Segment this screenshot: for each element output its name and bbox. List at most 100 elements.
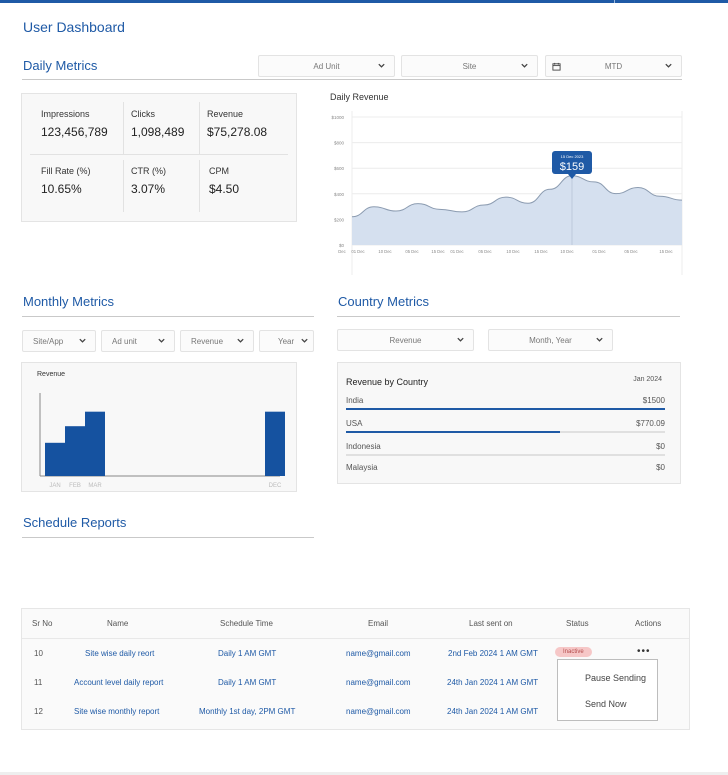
country-period-select[interactable]: Month, Year	[488, 329, 613, 351]
kpi-revenue-value: $75,278.08	[207, 125, 268, 139]
country-bar-track	[346, 408, 665, 410]
x-tick-label: JAN	[49, 483, 60, 489]
x-tick-label: 01 Dec	[351, 249, 364, 254]
table-cell-email[interactable]: name@gmail.com	[346, 678, 411, 687]
monthly-revenue-chart: JAN FEB MAR DEC	[39, 393, 285, 489]
y-tick-label: $400	[334, 192, 345, 197]
kpi-divider	[30, 154, 288, 155]
column-header-last-sent: Last sent on	[469, 619, 513, 628]
x-tick-label: Dec	[338, 249, 345, 254]
site-select-label: Site	[462, 61, 477, 71]
ad-unit-select[interactable]: Ad Unit	[258, 55, 395, 77]
schedule-reports-title: Schedule Reports	[23, 515, 127, 530]
table-cell-report-name-link[interactable]: Site wise daily reort	[85, 649, 154, 658]
chevron-down-icon	[301, 338, 308, 343]
country-value: $770.09	[636, 419, 665, 428]
site-select[interactable]: Site	[401, 55, 538, 77]
pause-sending-menu-item[interactable]: Pause Sending	[585, 673, 646, 683]
country-name: Indonesia	[346, 442, 381, 451]
chevron-down-icon	[378, 63, 385, 68]
period-select-label: MTD	[604, 61, 623, 71]
y-tick-label: $200	[334, 217, 345, 222]
kpi-divider	[123, 102, 124, 154]
kpi-ctr-value: 3.07%	[131, 182, 166, 196]
country-bar-fill	[346, 408, 665, 410]
table-cell-report-name-link[interactable]: Account level daily report	[74, 678, 163, 687]
country-name: Malaysia	[346, 463, 378, 472]
country-metric-select[interactable]: Revenue	[337, 329, 474, 351]
column-header-name: Name	[107, 619, 129, 628]
x-tick-label: 10 Dec	[506, 249, 519, 254]
x-tick-label: 05 Dec	[478, 249, 491, 254]
country-name: USA	[346, 419, 363, 428]
x-tick-label: FEB	[69, 483, 81, 489]
country-bar-track	[346, 431, 665, 433]
daily-revenue-title: Daily Revenue	[330, 92, 389, 102]
country-value: $0	[656, 463, 665, 472]
kpi-divider	[199, 102, 200, 154]
y-tick-label: $1000	[331, 115, 344, 120]
monthly-ad-unit-select[interactable]: Ad unit	[101, 330, 175, 352]
monthly-ad-unit-select-label: Ad unit	[112, 336, 137, 346]
x-tick-label: MAR	[88, 483, 102, 489]
kpi-fill-rate-label: Fill Rate (%)	[41, 166, 91, 176]
kpi-card: Impressions 123,456,789 Clicks 1,098,489…	[21, 93, 297, 222]
column-header-sr-no: Sr No	[32, 619, 53, 628]
top-accent-tick	[614, 0, 615, 3]
table-cell-schedule: Daily 1 AM GMT	[218, 678, 277, 687]
table-cell-last-sent: 24th Jan 2024 1 AM GMT	[447, 707, 539, 716]
year-select[interactable]: Year	[259, 330, 314, 352]
kpi-clicks-value: 1,098,489	[131, 125, 185, 139]
table-cell-email[interactable]: name@gmail.com	[346, 649, 411, 658]
site-app-select[interactable]: Site/App	[22, 330, 96, 352]
x-tick-label: 10 Dec	[560, 249, 573, 254]
send-now-menu-item[interactable]: Send Now	[585, 699, 627, 709]
chevron-down-icon	[457, 337, 464, 342]
period-select[interactable]: MTD	[545, 55, 682, 77]
tooltip-value: $159	[560, 161, 584, 173]
x-tick-label: 10 Dec	[378, 249, 391, 254]
column-header-schedule-time: Schedule Time	[220, 619, 273, 628]
x-tick-label: 15 Dec	[431, 249, 444, 254]
daily-metrics-divider	[22, 79, 682, 80]
x-tick-label: 05 Dec	[405, 249, 418, 254]
tooltip-date: 15 Dec 2023	[561, 154, 584, 159]
country-bar-fill	[346, 431, 560, 433]
revenue-by-country-title: Revenue by Country	[346, 377, 429, 387]
country-value: $1500	[642, 396, 665, 405]
revenue-by-country-period: Jan 2024	[633, 376, 662, 383]
ad-unit-select-label: Ad Unit	[313, 61, 340, 71]
country-period-select-label: Month, Year	[529, 335, 572, 345]
column-header-status: Status	[566, 619, 589, 628]
page-title: User Dashboard	[23, 19, 125, 35]
kpi-ctr-label: CTR (%)	[131, 166, 166, 176]
x-tick-label: DEC	[269, 483, 282, 489]
status-badge: Inactive	[555, 647, 592, 657]
kpi-clicks-label: Clicks	[131, 109, 155, 119]
kpi-fill-rate-value: 10.65%	[41, 182, 82, 196]
bar-jan	[45, 442, 65, 476]
year-select-label: Year	[278, 336, 295, 346]
table-header-divider	[22, 638, 689, 639]
table-cell-email[interactable]: name@gmail.com	[346, 707, 411, 716]
bar-mar	[85, 411, 105, 476]
chevron-down-icon	[237, 338, 244, 343]
chevron-down-icon	[158, 338, 165, 343]
row-actions-menu: Pause Sending Send Now	[557, 659, 658, 721]
x-tick-label: 01 Dec	[450, 249, 463, 254]
table-cell-report-name-link[interactable]: Site wise monthly report	[74, 707, 159, 716]
monthly-metric-select[interactable]: Revenue	[180, 330, 254, 352]
kpi-divider	[199, 160, 200, 212]
revenue-by-country-card: Revenue by Country Jan 2024 India $1500 …	[337, 362, 681, 484]
table-cell-last-sent: 24th Jan 2024 1 AM GMT	[447, 678, 539, 687]
y-tick-label: $800	[334, 141, 345, 146]
country-value: $0	[656, 442, 665, 451]
chevron-down-icon	[596, 337, 603, 342]
country-metrics-title: Country Metrics	[338, 294, 430, 309]
country-bar-track	[346, 454, 665, 456]
column-header-email: Email	[368, 619, 389, 628]
kpi-impressions-label: Impressions	[41, 109, 90, 119]
kpi-divider	[123, 160, 124, 212]
more-actions-icon[interactable]: •••	[637, 646, 651, 657]
bar-feb	[65, 426, 85, 476]
